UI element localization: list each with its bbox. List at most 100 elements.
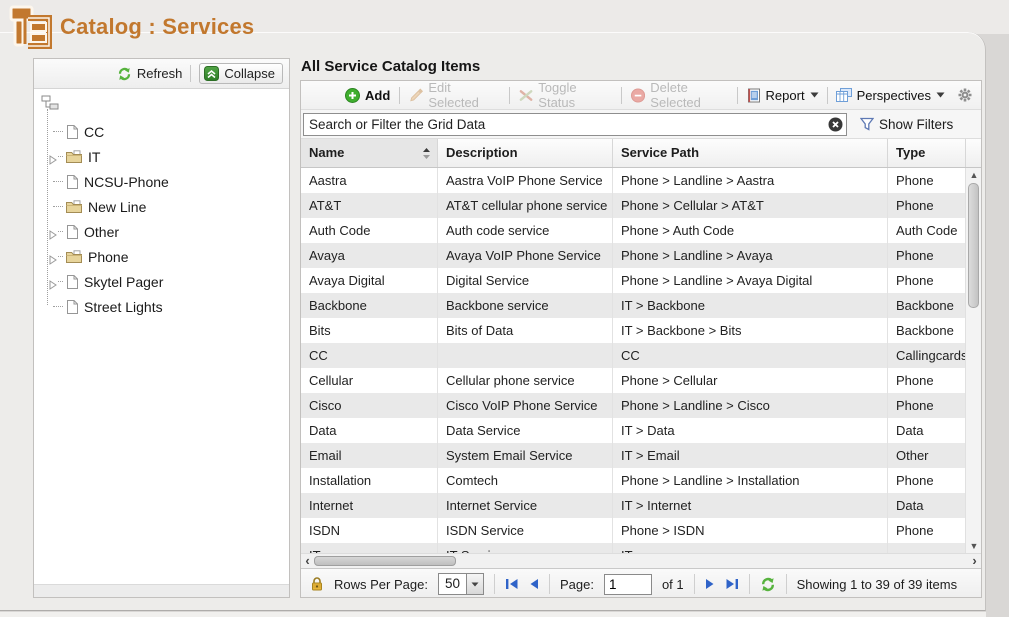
column-header-type[interactable]: Type xyxy=(888,139,966,167)
table-row[interactable]: CiscoCisco VoIP Phone ServicePhone > Lan… xyxy=(301,393,966,418)
refresh-grid-button[interactable] xyxy=(760,577,776,592)
cell-name: Data xyxy=(301,418,438,443)
cell-name: Aastra xyxy=(301,168,438,193)
table-row[interactable]: AvayaAvaya VoIP Phone ServicePhone > Lan… xyxy=(301,243,966,268)
table-row[interactable]: EmailSystem Email ServiceIT > EmailOther xyxy=(301,443,966,468)
first-page-button[interactable] xyxy=(505,578,519,590)
clear-search-button[interactable] xyxy=(828,117,843,132)
expander-icon[interactable] xyxy=(48,255,58,265)
collapse-icon xyxy=(204,66,219,81)
next-page-button[interactable] xyxy=(705,578,715,590)
table-row[interactable]: Auth CodeAuth code servicePhone > Auth C… xyxy=(301,218,966,243)
scroll-down-icon[interactable]: ▼ xyxy=(966,539,981,553)
cell-type xyxy=(888,543,966,553)
search-input[interactable] xyxy=(303,113,847,136)
table-row[interactable]: AastraAastra VoIP Phone ServicePhone > L… xyxy=(301,168,966,193)
rows-per-page-select[interactable]: 50 xyxy=(438,573,484,595)
cell-description: Digital Service xyxy=(438,268,613,293)
expander-icon[interactable] xyxy=(48,155,58,165)
cell-path: IT > Backbone > Bits xyxy=(613,318,888,343)
cell-type: Phone xyxy=(888,393,966,418)
cell-name: Auth Code xyxy=(301,218,438,243)
horizontal-scrollbar[interactable]: ‹ › xyxy=(301,553,981,568)
column-header-service-path[interactable]: Service Path xyxy=(613,139,888,167)
cell-path: Phone > Cellular xyxy=(613,368,888,393)
grid-toolbar-right: Report Perspectives xyxy=(737,87,973,104)
last-page-button[interactable] xyxy=(725,578,739,590)
cell-type: Phone xyxy=(888,468,966,493)
vertical-scrollbar[interactable]: ▲ ▼ xyxy=(965,168,981,553)
table-row[interactable]: AT&TAT&T cellular phone servicePhone > C… xyxy=(301,193,966,218)
expander-icon[interactable] xyxy=(48,280,58,290)
cell-name: Backbone xyxy=(301,293,438,318)
footer-divider xyxy=(549,574,550,594)
tree-item-list: CCIT NCSU-Phone New LineOtherPhoneSkytel P… xyxy=(40,119,285,319)
table-row[interactable]: BackboneBackbone serviceIT > BackboneBac… xyxy=(301,293,966,318)
select-arrow-icon xyxy=(466,574,483,594)
toggle-status-button[interactable]: Toggle Status xyxy=(519,80,612,110)
catalog-tree: CCIT NCSU-Phone New LineOtherPhoneSkytel P… xyxy=(34,89,289,583)
toggle-status-label: Toggle Status xyxy=(538,80,612,110)
tree-item-ncsu-phone[interactable]: NCSU-Phone xyxy=(40,169,285,194)
table-row[interactable]: BitsBits of DataIT > Backbone > BitsBack… xyxy=(301,318,966,343)
tree-item-skytel-pager[interactable]: Skytel Pager xyxy=(40,269,285,294)
tree-item-street-lights[interactable]: Street Lights xyxy=(40,294,285,319)
cell-type: Auth Code xyxy=(888,218,966,243)
add-button[interactable]: Add xyxy=(345,88,390,103)
tree-item-cc[interactable]: CC xyxy=(40,119,285,144)
clear-search-icon xyxy=(828,117,843,132)
tree-connector xyxy=(53,181,63,182)
prev-page-icon xyxy=(529,578,539,590)
collapse-button[interactable]: Collapse xyxy=(199,63,283,84)
tree-item-it[interactable]: IT xyxy=(40,144,285,169)
refresh-label: Refresh xyxy=(137,66,183,81)
cell-type: Callingcards xyxy=(888,343,966,368)
cell-path: Phone > Landline > Cisco xyxy=(613,393,888,418)
tree-root-icon[interactable] xyxy=(41,95,59,110)
cell-path: IT > Backbone xyxy=(613,293,888,318)
table-row[interactable]: InternetInternet ServiceIT > InternetDat… xyxy=(301,493,966,518)
refresh-button[interactable]: Refresh xyxy=(117,66,183,81)
delete-selected-button[interactable]: Delete Selected xyxy=(631,80,736,110)
refresh-icon xyxy=(117,67,132,81)
scroll-up-icon[interactable]: ▲ xyxy=(966,168,981,182)
column-header-name[interactable]: Name xyxy=(301,139,438,167)
next-page-icon xyxy=(705,578,715,590)
tree-item-phone[interactable]: Phone xyxy=(40,244,285,269)
report-label: Report xyxy=(766,88,805,103)
cell-description: Comtech xyxy=(438,468,613,493)
table-row[interactable]: InstallationComtechPhone > Landline > In… xyxy=(301,468,966,493)
page-number-input[interactable] xyxy=(604,574,652,595)
tree-item-other[interactable]: Other xyxy=(40,219,285,244)
scroll-right-icon[interactable]: › xyxy=(968,554,981,568)
table-row[interactable]: CCCCCallingcards xyxy=(301,343,966,368)
cell-description: System Email Service xyxy=(438,443,613,468)
table-row[interactable]: Avaya DigitalDigital ServicePhone > Land… xyxy=(301,268,966,293)
tree-item-label: NCSU-Phone xyxy=(84,174,169,190)
rows-per-page-label: Rows Per Page: xyxy=(334,577,428,592)
footer-divider xyxy=(694,574,695,594)
perspectives-menu-button[interactable]: Perspectives xyxy=(836,88,945,103)
table-row[interactable]: CellularCellular phone servicePhone > Ce… xyxy=(301,368,966,393)
toolbar-divider xyxy=(621,87,622,104)
cell-type: Phone xyxy=(888,368,966,393)
scroll-left-icon[interactable]: ‹ xyxy=(301,554,314,568)
report-menu-button[interactable]: Report xyxy=(746,88,819,103)
table-row[interactable]: ISDNISDN ServicePhone > ISDNPhone xyxy=(301,518,966,543)
cell-type: Backbone xyxy=(888,318,966,343)
cell-description: Data Service xyxy=(438,418,613,443)
column-header-description[interactable]: Description xyxy=(438,139,613,167)
show-filters-button[interactable]: Show Filters xyxy=(860,117,953,132)
expander-icon[interactable] xyxy=(48,230,58,240)
vertical-scroll-thumb[interactable] xyxy=(968,183,979,308)
app-logo-icon xyxy=(8,4,52,50)
table-row[interactable]: DataData ServiceIT > DataData xyxy=(301,418,966,443)
cell-type: Other xyxy=(888,443,966,468)
column-header-label: Type xyxy=(896,145,925,160)
grid-settings-button[interactable] xyxy=(957,87,973,103)
edit-selected-button[interactable]: Edit Selected xyxy=(409,80,500,110)
tree-item-new-line[interactable]: New Line xyxy=(40,194,285,219)
table-row[interactable]: ITIT ServiceIT xyxy=(301,543,966,553)
previous-page-button[interactable] xyxy=(529,578,539,590)
horizontal-scroll-thumb[interactable] xyxy=(314,556,456,566)
